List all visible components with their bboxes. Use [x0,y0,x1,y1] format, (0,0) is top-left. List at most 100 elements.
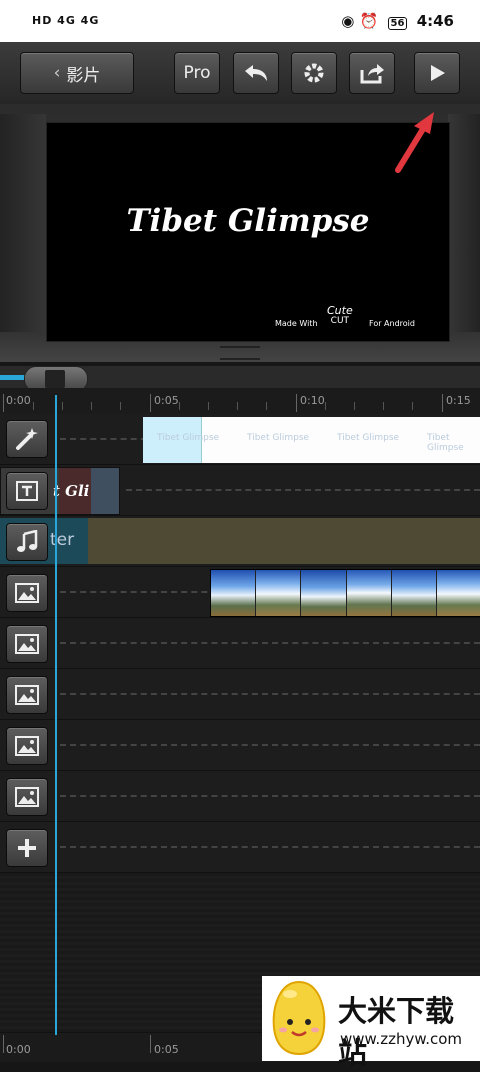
logo-line-2: CUT [330,316,350,326]
image-icon [15,685,39,705]
ruler-label-3: 0:15 [446,394,471,407]
made-with-text: Made With [275,319,318,328]
alarm-icon: ⏰ [359,12,379,30]
image-track[interactable] [0,720,480,771]
track-placeholder-line [60,795,480,797]
for-android-text: For Android [369,319,415,328]
video-thumbnail [391,570,437,616]
video-thumbnail [436,570,480,616]
music-track[interactable]: ter [0,516,480,567]
back-button-label: 影片 [66,65,101,86]
status-bar: HD 4G 4G ◉ ⏰ 56 4:46 [0,0,480,42]
ruler-major-tick [3,394,4,412]
preview-title: Tibet Glimpse [126,203,370,239]
music-track-button[interactable] [6,523,48,561]
image-track-button[interactable] [6,625,48,663]
text-icon [16,481,38,501]
ruler-tick [179,402,180,410]
image-track-button[interactable] [6,727,48,765]
preview-resize-handle[interactable] [220,346,260,360]
pro-button-label: Pro [183,63,211,83]
ruler-tick [91,402,92,410]
track-placeholder-line [60,846,480,848]
share-button[interactable] [349,52,395,94]
text-clip[interactable]: Tibet Glimpse Tibet Glimpse Tibet Glimps… [143,417,480,463]
text-clip-label: Tibet Glimpse [157,433,220,443]
logo-line-1: Cute [327,304,353,317]
back-arrow-icon: ‹ [53,63,61,83]
music-clip-label: ter [50,530,75,550]
handle-grip [45,370,65,388]
title-track[interactable]: t Gli [0,465,480,516]
music-clip[interactable]: ter [0,518,480,564]
image-track[interactable] [0,669,480,720]
toolbar: ‹ 影片 Pro [0,42,480,106]
music-note-icon [17,530,38,552]
ruler-tick [237,402,238,410]
text-clip-label: Tibet Glimpse [337,433,400,443]
time-ruler[interactable]: 0:00 0:05 0:10 0:15 [0,388,480,414]
plus-icon [18,839,36,857]
share-icon [360,64,384,84]
ruler-label-0: 0:00 [6,394,31,407]
add-track-button[interactable] [6,829,48,867]
ruler-tick [120,402,121,410]
effects-track[interactable]: Tibet Glimpse Tibet Glimpse Tibet Glimps… [0,414,480,465]
gear-icon [304,63,324,83]
image-icon [15,736,39,756]
image-icon [15,583,39,603]
clock: 4:46 [416,12,454,30]
stage-right-wall [448,114,480,334]
track-placeholder-line [60,642,480,644]
ruler-tick [412,402,413,410]
video-track-button[interactable] [6,574,48,612]
title-clip-label: t Gli [53,482,90,500]
network-status: HD 4G 4G [32,14,100,27]
image-track-button[interactable] [6,778,48,816]
magic-wand-icon [16,428,38,450]
settings-button[interactable] [291,52,337,94]
ruler-tick [208,402,209,410]
track-placeholder-line [126,489,480,491]
status-right: ◉ ⏰ 56 4:46 [341,12,454,30]
watermark-url: www.zzhyw.com [340,1030,463,1048]
red-arrow-annotation [395,112,434,173]
text-track-button[interactable] [6,472,48,510]
video-thumbnail [301,570,347,616]
image-track-button[interactable] [6,676,48,714]
ruler-tick [325,402,326,410]
play-icon [431,65,445,81]
ruler-tick [383,402,384,410]
back-to-movies-button[interactable]: ‹ 影片 [20,52,134,94]
bottom-ruler-label-0: 0:00 [6,1043,31,1056]
battery-indicator: 56 [387,17,408,30]
playhead[interactable] [55,395,57,1035]
ruler-tick [266,402,267,410]
undo-button[interactable] [233,52,279,94]
play-button[interactable] [414,52,460,94]
image-icon [15,787,39,807]
eye-icon: ◉ [341,12,355,30]
ruler-tick [62,402,63,410]
image-track[interactable] [0,771,480,822]
effects-track-button[interactable] [6,420,48,458]
track-placeholder-line [60,693,480,695]
text-clip-label: Tibet Glimpse [247,433,310,443]
text-clip-label: Tibet Glimpse [427,433,464,453]
video-track[interactable] [0,567,480,618]
ruler-tick [33,402,34,410]
ruler-major-tick [150,1035,151,1053]
video-thumbnail [211,570,257,616]
ruler-tick [354,402,355,410]
video-thumbnail [346,570,392,616]
undo-icon [245,65,267,81]
ruler-label-1: 0:05 [154,394,179,407]
video-clip[interactable] [210,569,480,617]
ruler-label-2: 0:10 [300,394,325,407]
ruler-major-tick [296,394,297,412]
ruler-major-tick [3,1035,4,1053]
image-track[interactable] [0,618,480,669]
rice-mascot-logo [272,980,326,1056]
pro-button[interactable]: Pro [174,52,220,94]
ruler-major-tick [150,394,151,412]
